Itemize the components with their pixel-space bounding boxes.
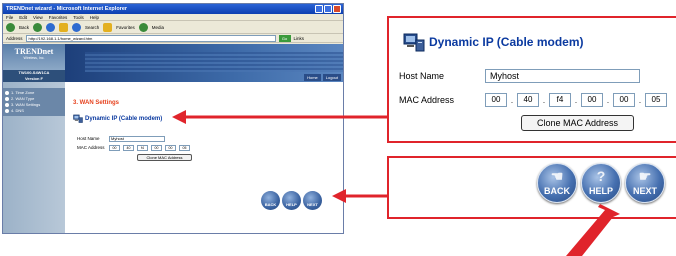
arrow-pointing-next	[566, 204, 620, 256]
callout-arrows	[172, 110, 620, 256]
arrow-to-form	[172, 110, 387, 124]
arrow-to-nav	[332, 189, 387, 203]
tutorial-illustration: TRENDnet wizard - Microsoft Internet Exp…	[0, 0, 676, 256]
